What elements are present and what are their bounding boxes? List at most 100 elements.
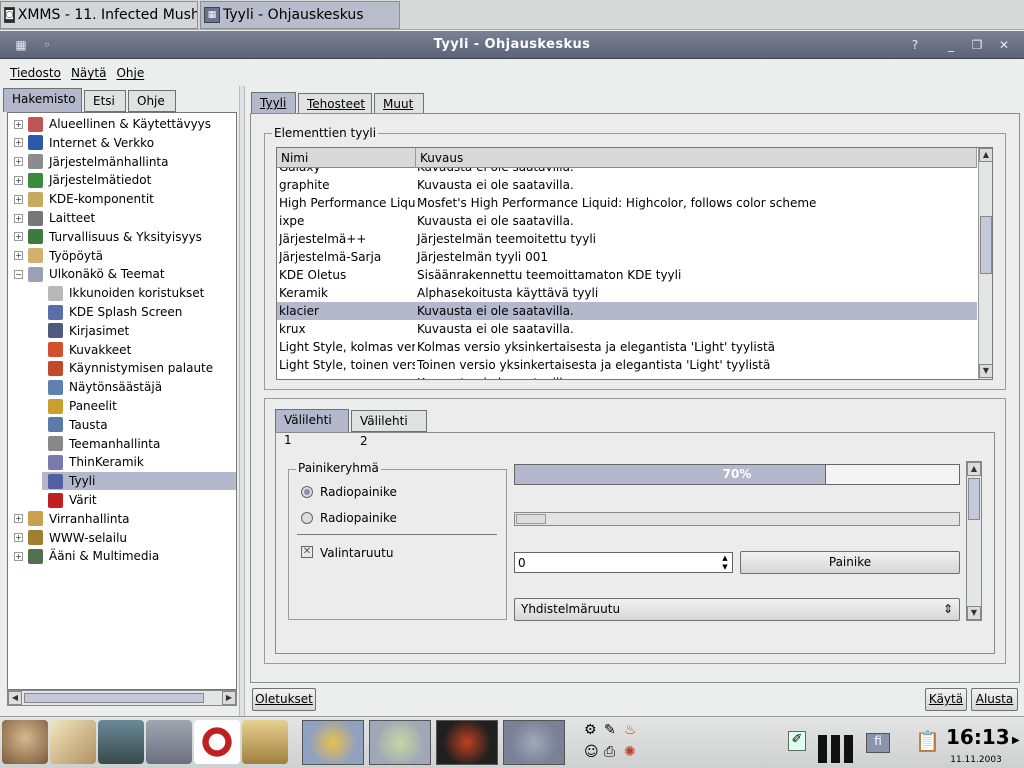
checkbox[interactable]: ✕ xyxy=(301,546,313,558)
tree-item[interactable]: + Laitteet xyxy=(8,209,236,227)
tray-app-icon[interactable]: ⚙ xyxy=(584,722,597,738)
expand-icon[interactable]: + xyxy=(14,232,23,242)
clock-time[interactable]: 16:13 xyxy=(946,725,1010,749)
close-icon[interactable]: ✕ xyxy=(995,36,1013,54)
preview-vertical-scrollbar[interactable]: ▲ ▼ xyxy=(966,461,982,621)
style-list-row[interactable]: ixpe Kuvausta ei ole saatavilla. xyxy=(277,212,977,230)
tree-item[interactable]: Teemanhallinta xyxy=(8,435,236,453)
tab-index[interactable]: Hakemisto xyxy=(3,88,82,112)
scroll-left-icon[interactable]: ◀ xyxy=(8,691,22,705)
list-vertical-scrollbar[interactable]: ▲ ▼ xyxy=(978,148,992,379)
tree-horizontal-scrollbar[interactable]: ◀ ▶ xyxy=(7,690,237,706)
help-launcher-icon[interactable] xyxy=(194,720,240,764)
apply-button[interactable]: Käytä xyxy=(925,688,967,711)
scroll-up-icon[interactable]: ▲ xyxy=(979,148,992,162)
maximize-icon[interactable]: ❐ xyxy=(968,36,986,54)
style-list-row[interactable]: Light Style, kolmas versioKolmas versio … xyxy=(277,338,977,356)
tree-item[interactable]: + Ääni & Multimedia xyxy=(8,547,236,565)
expand-icon[interactable]: + xyxy=(14,194,23,204)
style-list-row[interactable]: graphite Kuvausta ei ole saatavilla. xyxy=(277,176,977,194)
panel-splitter[interactable] xyxy=(239,86,245,716)
expand-icon[interactable]: + xyxy=(14,251,23,261)
style-list-row[interactable]: klacier Kuvausta ei ole saatavilla. xyxy=(277,302,977,320)
tab-effects[interactable]: Tehosteet xyxy=(298,93,372,115)
tree-item[interactable]: + KDE-komponentit xyxy=(8,190,236,208)
preview-tab-2[interactable]: Välilehti 2 xyxy=(351,410,427,448)
window-tab-xmms[interactable]: ◙ XMMS - 11. Infected Mushroom - Deeply … xyxy=(0,1,198,29)
expand-icon[interactable]: + xyxy=(14,175,23,185)
expand-icon[interactable]: + xyxy=(14,213,23,223)
tree-item[interactable]: Värit xyxy=(8,491,236,509)
slider[interactable] xyxy=(514,512,960,526)
tree-item[interactable]: KDE Splash Screen xyxy=(8,303,236,321)
reset-button[interactable]: Alusta xyxy=(971,688,1018,711)
defaults-button[interactable]: Oletukset xyxy=(252,688,316,711)
spin-box[interactable]: 0 ▲ ▼ xyxy=(514,552,733,573)
scroll-up-icon[interactable]: ▲ xyxy=(967,462,981,476)
scroll-down-icon[interactable]: ▼ xyxy=(979,364,992,378)
column-name-header[interactable]: Nimi xyxy=(277,148,416,168)
system-monitor[interactable] xyxy=(818,723,856,763)
style-list-row[interactable]: Keramik Alphasekoitusta käyttävä tyyli xyxy=(277,284,977,302)
collapse-icon[interactable]: − xyxy=(14,269,23,279)
expand-icon[interactable]: + xyxy=(14,551,23,561)
tray-notes-icon[interactable]: ✎ xyxy=(604,722,616,738)
tree-item[interactable]: Käynnistymisen palaute xyxy=(8,359,236,377)
combo-box[interactable]: Yhdistelmäruutu ⇕ xyxy=(514,598,960,621)
tree-item[interactable]: + Virranhallinta xyxy=(8,510,236,528)
style-list-row[interactable]: Järjestelmä-Sarja Järjestelmän tyyli 001 xyxy=(277,248,977,266)
menu-help[interactable]: Ohje xyxy=(116,66,144,80)
preview-tab-1[interactable]: Välilehti 1 xyxy=(275,409,349,447)
column-description-header[interactable]: Kuvaus xyxy=(416,148,977,168)
style-list-row[interactable]: KDE Oletus Sisäänrakennettu teemoittamato… xyxy=(277,266,977,284)
tray-user-icon[interactable]: ☺ xyxy=(584,744,599,760)
radio-button-2[interactable] xyxy=(301,512,313,524)
tray-fire-icon[interactable]: ♨ xyxy=(624,722,637,738)
tree-item[interactable]: ThinKeramik xyxy=(8,453,236,471)
editor-launcher-icon[interactable] xyxy=(50,720,96,764)
tree-item[interactable]: + Turvallisuus & Yksityisyys xyxy=(8,228,236,246)
tree-item[interactable]: + Internet & Verkko xyxy=(8,134,236,152)
tab-search[interactable]: Etsi xyxy=(84,90,126,112)
tree-item[interactable]: Paneelit xyxy=(8,397,236,415)
kde-menu-icon[interactable] xyxy=(2,720,48,764)
expand-icon[interactable]: + xyxy=(14,533,23,543)
tree-item[interactable]: + WWW-selailu xyxy=(8,529,236,547)
desktop-launcher-icon[interactable] xyxy=(98,720,144,764)
expand-icon[interactable]: + xyxy=(14,119,23,129)
task-mail-icon[interactable] xyxy=(302,720,364,765)
task-browser-icon[interactable] xyxy=(369,720,431,765)
task-control-center-icon[interactable] xyxy=(503,720,565,765)
expand-icon[interactable]: + xyxy=(14,157,23,167)
style-list[interactable]: Nimi Kuvaus GalaxyKuvausta ei ole saatav… xyxy=(276,147,993,380)
tab-misc[interactable]: Muut xyxy=(374,93,424,115)
tree-item[interactable]: + Järjestelmätiedot xyxy=(8,171,236,189)
tree-item[interactable]: + Työpöytä xyxy=(8,247,236,265)
menu-view[interactable]: Näytä xyxy=(71,66,107,80)
panel-arrow-icon[interactable]: ▶ xyxy=(1012,735,1020,746)
style-list-row[interactable]: krux Kuvausta ei ole saatavilla. xyxy=(277,320,977,338)
style-list-row[interactable]: Light Style, toinen versio Toinen versio … xyxy=(277,356,977,374)
window-tab-tyyli[interactable]: ▦ Tyyli - Ohjauskeskus xyxy=(200,1,400,29)
tree-item[interactable]: Näytönsäästäjä xyxy=(8,378,236,396)
scroll-thumb[interactable] xyxy=(968,478,980,520)
spin-down-icon[interactable]: ▼ xyxy=(719,563,731,571)
tree-item[interactable]: Kirjasimet xyxy=(8,322,236,340)
tree-item[interactable]: Tyyli xyxy=(42,472,236,491)
tray-print-icon[interactable]: ⎙ xyxy=(604,744,615,760)
module-tree[interactable]: + Alueellinen & Käytettävyys + Internet & V… xyxy=(7,112,237,690)
scroll-thumb[interactable] xyxy=(24,693,204,703)
style-list-row[interactable]: High Performance Liquid Mosfet's High Per… xyxy=(277,194,977,212)
style-list-row[interactable]: Kuvausta ei ole saatavilla. xyxy=(277,374,977,379)
help-button[interactable]: ? xyxy=(906,36,924,54)
push-button[interactable]: Painike xyxy=(740,551,960,574)
tree-item[interactable]: + Järjestelmänhallinta xyxy=(8,153,236,171)
slider-handle[interactable] xyxy=(516,514,546,524)
tray-flame-icon[interactable]: ✺ xyxy=(624,744,636,760)
scroll-down-icon[interactable]: ▼ xyxy=(967,606,981,620)
keyboard-layout-indicator[interactable]: fi xyxy=(866,733,890,753)
task-xmms-icon[interactable] xyxy=(436,720,498,765)
spin-up-icon[interactable]: ▲ xyxy=(719,554,731,562)
klipper-icon[interactable]: 📋 xyxy=(915,729,940,753)
tree-item[interactable]: Ikkunoiden koristukset xyxy=(8,284,236,302)
